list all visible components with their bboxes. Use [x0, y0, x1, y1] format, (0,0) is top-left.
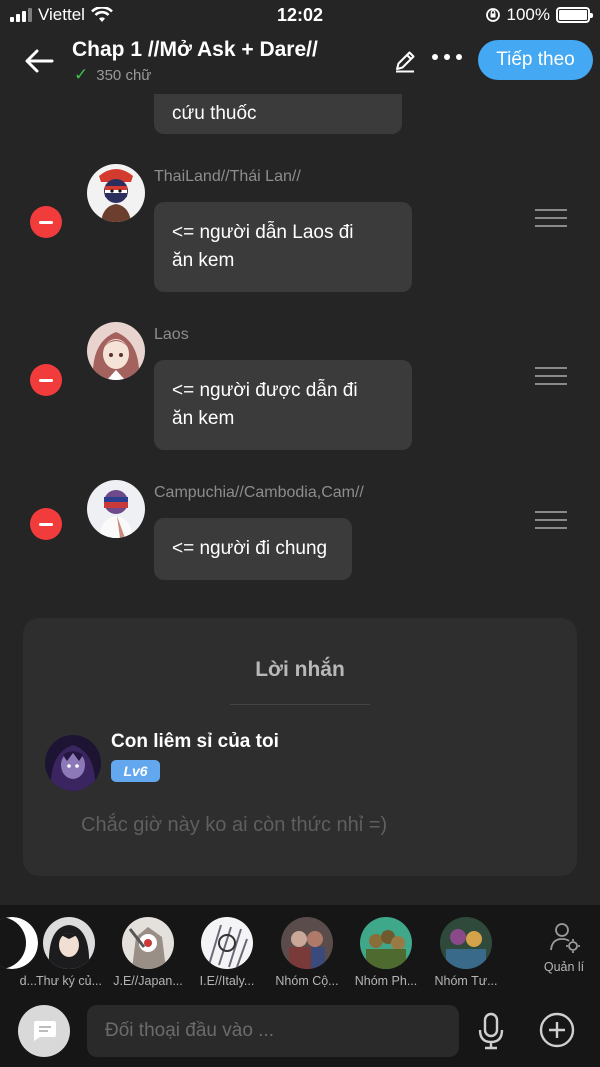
sender-name: ThaiLand//Thái Lan// [154, 168, 301, 185]
character-label: Nhóm Tư... [434, 974, 498, 988]
message-bubble: <= người dẫn Laos đi ăn kem [154, 202, 412, 292]
next-button[interactable]: Tiếp theo [478, 40, 593, 80]
drag-handle-icon[interactable] [535, 511, 567, 529]
avatar[interactable] [45, 735, 101, 791]
message-line: ăn kem [172, 250, 235, 271]
character-bar: d... Thư ký củ... J.E//Japan... I.E//Ita… [0, 905, 600, 995]
back-arrow-icon[interactable] [22, 44, 56, 78]
character-avatar [281, 917, 333, 969]
delete-message-icon[interactable] [30, 508, 62, 540]
message-line: <= người dẫn Laos đi [172, 222, 354, 243]
avatar-cambodia[interactable] [87, 480, 145, 538]
character-label: I.E//Italy... [199, 974, 255, 988]
note-input[interactable]: Chắc giờ này ko ai còn thức nhỉ =) [81, 814, 387, 837]
character-avatar [440, 917, 492, 969]
delete-message-icon[interactable] [30, 206, 62, 238]
note-card: Lời nhắn Con liêm sỉ của toi Lv6 Chắc gi… [23, 618, 577, 876]
note-username: Con liêm sỉ của toi [111, 731, 279, 752]
message-text: cứu thuốc [172, 103, 257, 124]
character-item[interactable]: Nhóm Cộ... [268, 917, 346, 988]
microphone-icon[interactable] [476, 1011, 506, 1051]
note-title: Lời nhắn [255, 658, 345, 681]
rotation-lock-icon [485, 8, 500, 22]
dialogue-input[interactable]: Đối thoại đầu vào ... [87, 1005, 459, 1057]
character-avatar [201, 917, 253, 969]
battery-icon [556, 7, 593, 23]
character-avatar [122, 917, 174, 969]
character-item[interactable]: Thư ký củ... [30, 917, 108, 988]
composer: Đối thoại đầu vào ... [0, 1003, 600, 1063]
divider [230, 704, 370, 705]
status-bar: Viettel 12:02 100% [0, 0, 600, 32]
drag-handle-icon[interactable] [535, 367, 567, 385]
character-avatar [43, 917, 95, 969]
chat-bubble-icon [34, 1021, 56, 1041]
message-line: <= người được dẫn đi [172, 380, 358, 401]
add-icon[interactable] [538, 1011, 576, 1049]
message-bubble: <= người được dẫn đi ăn kem [154, 360, 412, 450]
user-settings-icon [550, 923, 580, 953]
avatar-laos[interactable] [87, 322, 145, 380]
chat-area: cứu thuốc ThaiLand//Thái Lan// <= người … [0, 94, 600, 606]
pencil-icon[interactable] [392, 48, 418, 74]
more-options-icon[interactable] [432, 54, 462, 60]
level-badge: Lv6 [111, 760, 160, 782]
avatar-thailand[interactable] [87, 164, 145, 222]
character-item[interactable]: J.E//Japan... [109, 917, 187, 988]
drag-handle-icon[interactable] [535, 209, 567, 227]
character-label: Nhóm Ph... [354, 974, 418, 988]
message-line: <= người đi chung [172, 538, 328, 559]
header: Chap 1 //Mở Ask + Dare// ✓ 350 chữ Tiếp … [0, 32, 600, 94]
delete-message-icon[interactable] [30, 364, 62, 396]
character-item[interactable]: Nhóm Tư... [427, 917, 505, 988]
character-label: Nhóm Cộ... [275, 974, 339, 988]
manage-label: Quản lí [543, 960, 585, 974]
message-bubble: cứu thuốc [154, 94, 402, 134]
message-line: ăn kem [172, 408, 235, 429]
character-item[interactable]: Nhóm Ph... [347, 917, 425, 988]
character-label: Thư ký củ... [35, 974, 103, 988]
bottom-panel: d... Thư ký củ... J.E//Japan... I.E//Ita… [0, 905, 600, 1067]
status-right: 100% [485, 5, 593, 25]
character-avatar [360, 917, 412, 969]
battery-percent: 100% [506, 5, 550, 24]
character-label: J.E//Japan... [113, 974, 183, 988]
message-bubble: <= người đi chung [154, 518, 352, 580]
sender-name: Campuchia//Cambodia,Cam// [154, 484, 364, 501]
sender-name: Laos [154, 326, 189, 343]
check-icon: ✓ [74, 65, 89, 84]
manage-button[interactable]: Quản lí [540, 919, 588, 974]
word-count: ✓ 350 chữ [74, 65, 151, 85]
chapter-title: Chap 1 //Mở Ask + Dare// [72, 38, 318, 61]
chat-bubble-button[interactable] [18, 1005, 70, 1057]
character-item[interactable]: I.E//Italy... [188, 917, 266, 988]
word-count-text: 350 chữ [96, 66, 152, 84]
